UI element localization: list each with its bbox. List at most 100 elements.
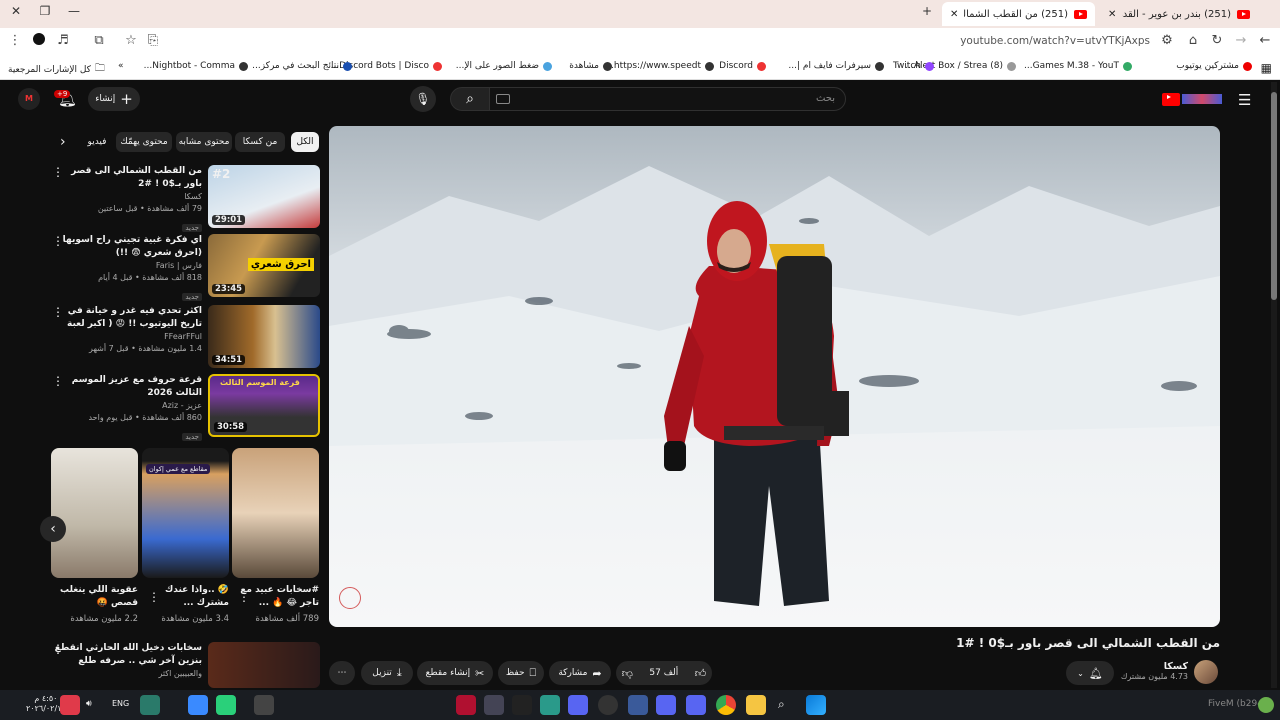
tab-close-icon[interactable]: ✕ bbox=[950, 9, 958, 20]
more-options-icon[interactable]: ⋮ bbox=[148, 590, 160, 604]
volume-icon[interactable]: 🔊︎ bbox=[86, 699, 92, 709]
input-language[interactable]: ENG bbox=[112, 699, 129, 708]
discord-icon[interactable] bbox=[568, 695, 588, 715]
related-video-item[interactable]: قرعة الموسم الثالث 30:58 قرعة حروف مع عز… bbox=[52, 374, 320, 441]
more-actions-button[interactable]: ⋯ bbox=[329, 661, 355, 685]
tab-other-video[interactable]: (251) بندر بن عوير - القدر جابك إ ✕ bbox=[1100, 2, 1258, 26]
chip-from-channel[interactable]: من كسكا bbox=[235, 132, 285, 152]
save-button[interactable]: حفظ ⎕ bbox=[498, 661, 544, 685]
extension-icon[interactable] bbox=[30, 33, 48, 49]
taskbar-app-icon[interactable] bbox=[484, 695, 504, 715]
bookmark-item[interactable]: Twitch bbox=[893, 61, 934, 71]
short-item-meta[interactable]: عقوبة اللي ينغلب قصص 🤬 2.2 مليون مشاهدة bbox=[51, 584, 138, 624]
more-options-icon[interactable]: ⋮ bbox=[52, 305, 64, 319]
bookmark-item[interactable]: ضغط الصور على الإ... bbox=[456, 61, 552, 71]
screenshot-icon[interactable]: ⎘ bbox=[144, 33, 162, 48]
bookmark-item[interactable]: سيرفرات فايف ام |... bbox=[788, 61, 884, 71]
taskbar-app-icon[interactable] bbox=[628, 695, 648, 715]
scrollbar-thumb[interactable] bbox=[1271, 92, 1277, 300]
taskbar-app-icon[interactable] bbox=[540, 695, 560, 715]
more-options-icon[interactable]: ⋮ bbox=[52, 642, 64, 656]
taskbar-app-icon[interactable] bbox=[512, 695, 532, 715]
hamburger-menu-icon[interactable]: ☰ bbox=[1238, 91, 1251, 109]
short-thumbnail[interactable]: مقاطع مع عمي إكوان bbox=[142, 448, 229, 578]
avatar[interactable]: M bbox=[18, 88, 40, 110]
shorts-prev-chevron-icon[interactable]: ‹ bbox=[40, 516, 66, 542]
chip-similar[interactable]: محتوى مشابه bbox=[176, 132, 232, 152]
taskbar-app-icon[interactable] bbox=[598, 695, 618, 715]
like-dislike-group[interactable]: 👎︎ 57 ألف 👍︎ bbox=[616, 661, 712, 685]
bookmark-item[interactable]: Nightbot - Comma... bbox=[144, 61, 248, 71]
chip-videos[interactable]: فيديو bbox=[82, 132, 112, 152]
channel-info[interactable]: كسكا 4.73 مليون مشترك bbox=[1121, 661, 1188, 681]
bookmark-item[interactable]: مشتركين يوتيوب bbox=[1176, 61, 1252, 71]
tab-close-icon[interactable]: ✕ bbox=[1108, 9, 1116, 20]
bookmark-item[interactable]: مشاهدة bbox=[569, 61, 612, 71]
create-button[interactable]: إنشاء + bbox=[88, 87, 140, 111]
page-scrollbar[interactable] bbox=[1271, 82, 1277, 688]
chips-next-chevron-icon[interactable]: › bbox=[60, 134, 66, 150]
bookmark-item[interactable]: Discord bbox=[719, 61, 766, 71]
dislike-icon[interactable]: 👎︎ bbox=[622, 667, 633, 680]
bookmark-item[interactable]: https://www.speedt... bbox=[605, 61, 714, 71]
tray-app-icon[interactable] bbox=[60, 695, 80, 715]
chip-for-you[interactable]: محتوى يهمّك bbox=[116, 132, 172, 152]
tab-current-video[interactable]: (251) من القطب الشمالي الى... ✕ bbox=[942, 2, 1095, 26]
tray-app-icon[interactable] bbox=[188, 695, 208, 715]
search-icon[interactable]: ⌕ bbox=[778, 697, 785, 712]
share-button[interactable]: مشاركة ➦ bbox=[549, 661, 611, 685]
youtube-logo[interactable] bbox=[1162, 92, 1224, 106]
taskbar-app-icon[interactable] bbox=[656, 695, 676, 715]
menu-dots-icon[interactable]: ⋮ bbox=[6, 33, 24, 48]
related-video-item[interactable]: احرق شعري 23:45 اي فكرة غبية تجيني راح ا… bbox=[52, 234, 320, 301]
related-video-item[interactable]: 34:51 اكثر تحدي فيه غدر و خيانة في تاريخ… bbox=[52, 305, 320, 369]
taskbar-app-icon[interactable] bbox=[686, 695, 706, 715]
more-options-icon[interactable]: ⋮ bbox=[52, 165, 64, 179]
like-icon[interactable]: 👍︎ bbox=[695, 667, 707, 680]
chrome-icon[interactable] bbox=[716, 695, 736, 715]
tray-app-icon[interactable] bbox=[1258, 697, 1274, 713]
close-window-icon[interactable]: ✕ bbox=[6, 4, 26, 18]
restore-window-icon[interactable]: ❐ bbox=[35, 4, 55, 18]
bookmark-item[interactable]: Games M.38 - YouT... bbox=[1024, 61, 1132, 71]
search-button[interactable]: ⌕ bbox=[450, 87, 490, 111]
reload-icon[interactable]: ↻ bbox=[1208, 33, 1226, 48]
bookmark-item[interactable]: نتائج البحث في مركز... bbox=[252, 61, 352, 71]
search-input[interactable]: بحث bbox=[489, 87, 846, 111]
related-video-item[interactable]: سخابات دخيل الله الحارثي انقطع بنزين آخر… bbox=[52, 642, 320, 688]
back-icon[interactable]: ← bbox=[1256, 33, 1274, 48]
voice-search-button[interactable]: 🎙 bbox=[410, 86, 436, 112]
more-options-icon[interactable]: ⋮ bbox=[238, 590, 250, 604]
new-tab-icon[interactable]: + bbox=[917, 4, 937, 18]
bookmark-item[interactable]: 🗀 كل الإشارات المرجعية bbox=[8, 61, 105, 78]
channel-watermark-icon[interactable] bbox=[339, 587, 361, 609]
channel-avatar[interactable] bbox=[1194, 660, 1218, 684]
short-thumbnail[interactable] bbox=[232, 448, 319, 578]
more-options-icon[interactable]: ⋮ bbox=[52, 234, 64, 248]
more-options-icon[interactable]: ⋮ bbox=[52, 374, 64, 388]
tray-app-icon[interactable] bbox=[140, 695, 160, 715]
video-player[interactable] bbox=[329, 126, 1220, 627]
windows-start-icon[interactable] bbox=[806, 695, 826, 715]
more-bookmarks-icon[interactable]: » bbox=[118, 61, 124, 71]
site-settings-icon[interactable]: ⚙ bbox=[1158, 33, 1176, 48]
short-thumbnail[interactable] bbox=[51, 448, 138, 578]
file-explorer-icon[interactable] bbox=[746, 695, 766, 715]
apps-grid-icon[interactable]: ▦ bbox=[1261, 61, 1272, 75]
tray-app-icon[interactable] bbox=[216, 695, 236, 715]
minimize-window-icon[interactable]: — bbox=[64, 4, 84, 18]
taskbar-app-icon[interactable] bbox=[456, 695, 476, 715]
media-controls-icon[interactable]: ♬ bbox=[54, 33, 72, 48]
home-icon[interactable]: ⌂ bbox=[1184, 33, 1202, 48]
extensions-puzzle-icon[interactable]: ⧉ bbox=[90, 33, 108, 48]
address-url[interactable]: youtube.com/watch?v=utvYTKjAxps bbox=[960, 35, 1150, 47]
related-video-item[interactable]: #2 29:01 من القطب الشمالي الى قصر باور ب… bbox=[52, 165, 320, 232]
forward-icon[interactable]: → bbox=[1232, 33, 1250, 48]
tray-app-icon[interactable] bbox=[254, 695, 274, 715]
bookmark-star-icon[interactable]: ☆ bbox=[122, 33, 140, 48]
download-button[interactable]: تنزيل ⤓ bbox=[361, 661, 413, 685]
keyboard-icon[interactable] bbox=[496, 94, 510, 104]
chip-all[interactable]: الكل bbox=[291, 132, 319, 152]
clip-button[interactable]: إنشاء مقطع ✂ bbox=[417, 661, 493, 685]
subscribed-button[interactable]: ⌄ 🔔︎ bbox=[1066, 661, 1114, 685]
